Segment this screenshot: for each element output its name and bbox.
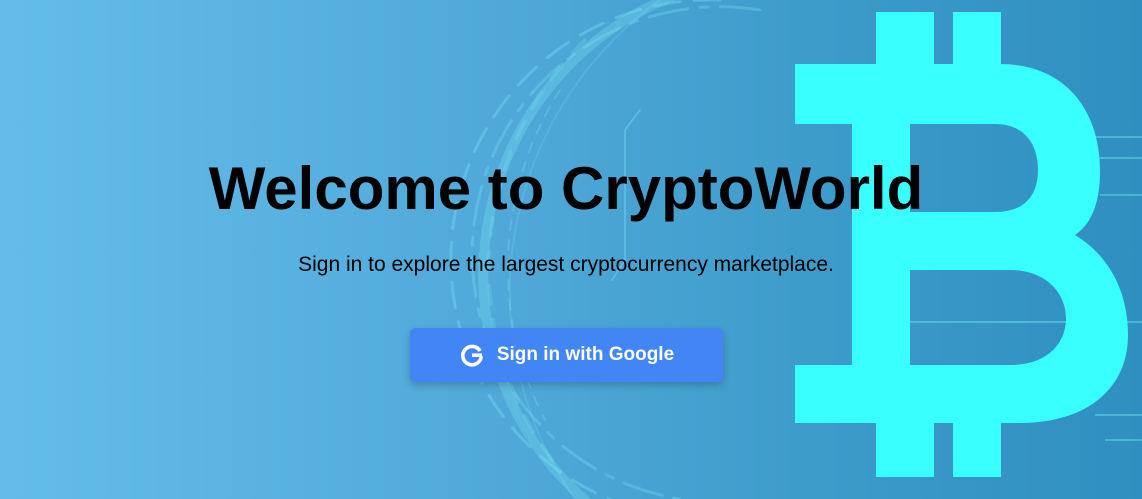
- google-g-icon: [459, 342, 485, 368]
- hero-section: Welcome to CryptoWorld Sign in to explor…: [0, 0, 1132, 499]
- page-subtitle: Sign in to explore the largest cryptocur…: [298, 253, 834, 276]
- google-signin-label: Sign in with Google: [496, 344, 675, 365]
- page-title: Welcome to CryptoWorld: [208, 155, 924, 222]
- google-signin-button[interactable]: Sign in with Google: [410, 328, 723, 382]
